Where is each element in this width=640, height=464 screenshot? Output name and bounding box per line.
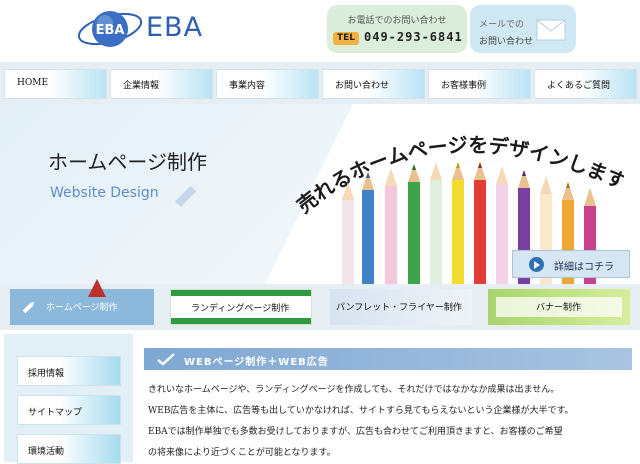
hero-title: ホームページ制作: [48, 150, 207, 174]
nav-label: 事業内容: [229, 81, 266, 91]
green-stripe: [171, 290, 311, 296]
pencil-icon: [22, 302, 34, 314]
service-homepage[interactable]: ホームページ制作: [10, 279, 154, 325]
detail-button[interactable]: 詳細はコチラ: [512, 250, 630, 278]
service-label: ランディングページ制作: [191, 304, 290, 314]
play-icon: [529, 257, 544, 272]
sidebar-item-label: 採用情報: [28, 369, 65, 379]
global-nav: HOME 企業情報 事業内容 お問い合わせ お客様事例 よくあるご質問: [0, 62, 640, 104]
paragraph-line: EBAでは制作単独でも多数お受けしておりますが、広告も合わせてご利用頂きますと、…: [148, 427, 563, 437]
service-label: ホームページ制作: [46, 303, 118, 313]
nav-item-company[interactable]: 企業情報: [110, 69, 213, 99]
sidebar-item-recruit[interactable]: 採用情報: [17, 356, 121, 386]
nav-label: お問い合わせ: [335, 81, 390, 91]
tel-contact-box[interactable]: お電話でのお問い合わせ TEL 049-293-6841: [327, 5, 467, 53]
sidebar-item-label: 環境活動: [28, 447, 65, 457]
service-banner[interactable]: バナー制作: [488, 289, 630, 325]
section-title: WEBページ制作＋WEB広告: [184, 357, 329, 368]
service-banners: ホームページ制作 ランディングページ制作 パンフレット・フライヤー制作 バナー制…: [0, 279, 640, 330]
envelope-icon: [536, 19, 566, 41]
service-label: バナー制作: [536, 303, 582, 313]
nav-item-business[interactable]: 事業内容: [216, 69, 319, 99]
service-label: パンフレット・フライヤー制作: [336, 303, 462, 313]
paragraph-line: WEB広告を主体に、広告等も出していかなければ、サイトすら見てもらえないという企…: [148, 406, 574, 416]
nav-item-cases[interactable]: お客様事例: [428, 69, 531, 99]
nav-label: 企業情報: [123, 81, 160, 91]
sidebar-item-sitemap[interactable]: サイトマップ: [17, 395, 121, 425]
nav-label: お客様事例: [441, 81, 487, 91]
mail-contact-button[interactable]: メールでの お問い合わせ: [470, 5, 576, 53]
checkmark-icon: [157, 353, 175, 366]
site-header: EBA EBA お電話でのお問い合わせ TEL 049-293-6841 メール…: [0, 0, 640, 62]
mail-label-2: お問い合わせ: [479, 37, 534, 47]
section-heading-bar: WEBページ制作＋WEB広告: [144, 348, 632, 370]
sidebar-item-environment[interactable]: 環境活動: [17, 434, 121, 464]
tel-badge: TEL: [333, 32, 359, 45]
tel-label: お電話でのお問い合わせ: [347, 16, 447, 26]
green-stripe: [171, 318, 311, 324]
logo-text[interactable]: EBA: [146, 12, 203, 43]
nav-item-faq[interactable]: よくあるご質問: [534, 69, 637, 99]
mail-label-1: メールでの: [479, 20, 525, 30]
hero-banner: ホームページ制作 Website Design 売れるホームページをデザインしま…: [0, 104, 640, 284]
pencil-icon: [174, 184, 198, 208]
hero-subtitle: Website Design: [50, 185, 159, 201]
tel-number: 049-293-6841: [364, 30, 463, 44]
paragraph-line: の将来像により近づくことが可能となります。: [148, 448, 336, 458]
service-landing-page[interactable]: ランディングページ制作: [170, 289, 312, 325]
nav-label: よくあるご質問: [547, 81, 611, 91]
detail-button-label: 詳細はコチラ: [554, 262, 614, 273]
nav-item-contact[interactable]: お問い合わせ: [322, 69, 425, 99]
paragraph-line: きれいなホームページや、ランディングページを作成しても、それだけではなかなか成果…: [148, 385, 560, 395]
nav-item-home[interactable]: HOME: [4, 69, 107, 99]
sidebar: 採用情報 サイトマップ 環境活動: [4, 334, 133, 464]
service-pamphlet[interactable]: パンフレット・フライヤー制作: [330, 289, 472, 325]
nav-label: HOME: [17, 78, 49, 88]
logo-badge-text: EBA: [96, 23, 125, 38]
sidebar-item-label: サイトマップ: [28, 408, 83, 418]
current-indicator-arrow-icon: [88, 279, 106, 297]
main-body-text: きれいなホームページや、ランディングページを作成しても、それだけではなかなか成果…: [148, 380, 634, 464]
